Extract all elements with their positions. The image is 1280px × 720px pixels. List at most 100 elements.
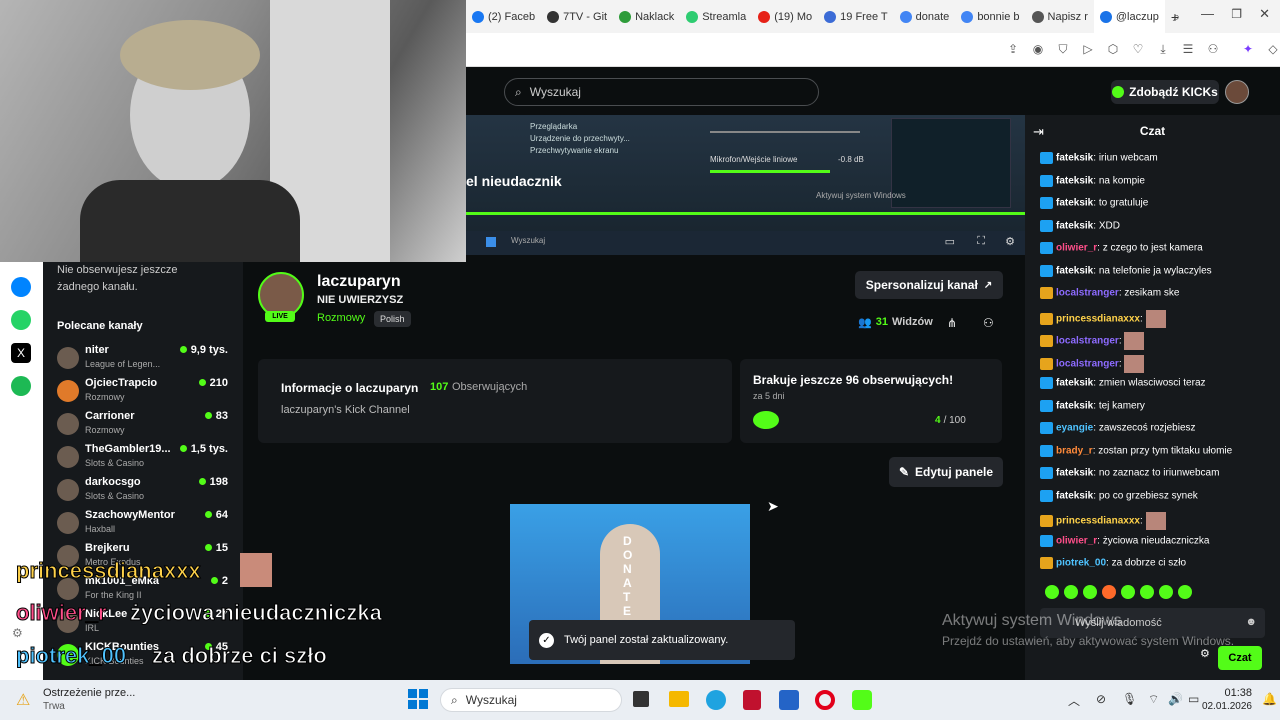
browser-tab[interactable]: donate bbox=[894, 0, 956, 33]
emote-icon[interactable] bbox=[1140, 585, 1154, 599]
edge-icon[interactable] bbox=[706, 690, 726, 710]
get-kicks-button[interactable]: Zdobądź KICKs bbox=[1111, 80, 1219, 104]
chat-username[interactable]: fateksik bbox=[1056, 468, 1093, 479]
download-icon[interactable]: ⤓ bbox=[1156, 42, 1170, 56]
camera-icon[interactable]: ◉ bbox=[1031, 42, 1045, 56]
close-icon[interactable]: ✕ bbox=[1259, 6, 1270, 22]
notifications-icon[interactable]: 🔔 bbox=[1262, 692, 1277, 706]
whatsapp-icon[interactable] bbox=[11, 310, 31, 330]
channel-category: Slots & Casino bbox=[85, 458, 145, 468]
customize-channel-button[interactable]: Spersonalizuj kanał ↗ bbox=[855, 271, 1003, 299]
mcafee-icon[interactable] bbox=[743, 690, 761, 710]
flow-icon[interactable]: ⬡ bbox=[1106, 42, 1120, 56]
channel-item[interactable]: OjciecTrapcio Rozmowy 210 bbox=[53, 375, 238, 408]
channel-item[interactable]: niter League of Legen... 9,9 tys. bbox=[53, 342, 238, 375]
shield-icon[interactable]: ⛉ bbox=[1056, 42, 1070, 56]
chat-username[interactable]: princessdianaxxx bbox=[1056, 516, 1140, 527]
browser-tab[interactable]: (19) Mo bbox=[752, 0, 818, 33]
maximize-icon[interactable]: ❐ bbox=[1231, 7, 1242, 21]
emote-icon[interactable] bbox=[1045, 585, 1059, 599]
network-off-icon[interactable]: ⊘ bbox=[1096, 692, 1106, 706]
chat-username[interactable]: princessdianaxxx bbox=[1056, 314, 1140, 325]
video-player[interactable]: Przeglądarka Urządzenie do przechwyty...… bbox=[466, 115, 1025, 255]
user-avatar[interactable] bbox=[1225, 80, 1249, 104]
share-icon[interactable]: ⇪ bbox=[1006, 42, 1020, 56]
chat-username[interactable]: localstranger bbox=[1056, 336, 1119, 347]
mic-icon[interactable]: 🎙 bbox=[1122, 692, 1137, 706]
ai-icon[interactable]: ✦ bbox=[1241, 42, 1255, 56]
chat-username[interactable]: piotrek_00 bbox=[1056, 558, 1106, 569]
emote-icon[interactable] bbox=[1159, 585, 1173, 599]
browser-tab[interactable]: Napisz r bbox=[1026, 0, 1094, 33]
language-tag[interactable]: Polish bbox=[374, 311, 411, 327]
browser-tab[interactable]: bonnie b bbox=[955, 0, 1025, 33]
browser-tab-active[interactable]: @laczup bbox=[1093, 0, 1165, 33]
channel-item[interactable]: Carrioner Rozmowy 83 bbox=[53, 408, 238, 441]
clock-time[interactable]: 01:38 bbox=[1212, 687, 1252, 699]
profile-icon[interactable]: ⚇ bbox=[983, 316, 994, 330]
fullscreen-icon[interactable]: ⛶ bbox=[977, 235, 985, 248]
kick-app-icon[interactable] bbox=[852, 690, 872, 710]
store-icon[interactable] bbox=[779, 690, 799, 710]
channel-item[interactable]: darkocsgo Slots & Casino 198 bbox=[53, 474, 238, 507]
share-icon[interactable]: ⋔ bbox=[947, 316, 957, 330]
chat-username[interactable]: fateksik bbox=[1056, 176, 1093, 187]
minimize-icon[interactable]: — bbox=[1201, 6, 1214, 21]
search-icon: ⌕ bbox=[451, 692, 458, 707]
emote-icon[interactable] bbox=[1064, 585, 1078, 599]
emote-icon[interactable] bbox=[1121, 585, 1135, 599]
task-view-icon[interactable] bbox=[633, 691, 649, 707]
channel-item[interactable]: TheGambler19... Slots & Casino 1,5 tys. bbox=[53, 441, 238, 474]
settings-icon[interactable]: ⚙ bbox=[1005, 235, 1015, 248]
wifi-icon[interactable]: ⌔ bbox=[1148, 692, 1159, 707]
taskbar-search[interactable]: ⌕ Wyszukaj bbox=[440, 688, 622, 712]
chat-username[interactable]: fateksik bbox=[1056, 153, 1093, 164]
chat-username[interactable]: oliwier_r bbox=[1056, 243, 1097, 254]
browser-tab[interactable]: 7TV - Git bbox=[541, 0, 613, 33]
channel-item[interactable]: SzachowyMentor1... Haxball 64 bbox=[53, 507, 238, 540]
chat-username[interactable]: brady_r bbox=[1056, 446, 1093, 457]
chat-username[interactable]: fateksik bbox=[1056, 378, 1093, 389]
edit-panels-button[interactable]: ✎ Edytuj panele bbox=[889, 457, 1003, 487]
chat-username[interactable]: oliwier_r bbox=[1056, 536, 1097, 547]
chat-username[interactable]: fateksik bbox=[1056, 198, 1093, 209]
spotify-icon[interactable] bbox=[11, 376, 31, 396]
stream-category[interactable]: Rozmowy bbox=[317, 312, 365, 324]
search-tabs-icon[interactable]: ⌕ bbox=[1173, 9, 1180, 25]
chat-settings-icon[interactable]: ⚙ bbox=[1200, 647, 1210, 660]
start-icon[interactable] bbox=[408, 689, 428, 709]
chat-username[interactable]: fateksik bbox=[1056, 221, 1093, 232]
emoji-icon[interactable]: ☻ bbox=[1245, 616, 1257, 628]
theater-icon[interactable]: ▭ bbox=[945, 235, 955, 248]
chat-username[interactable]: fateksik bbox=[1056, 491, 1093, 502]
emote-icon[interactable] bbox=[1083, 585, 1097, 599]
browser-tab[interactable]: (2) Faceb bbox=[466, 0, 541, 33]
browser-tab[interactable]: Streamla bbox=[680, 0, 752, 33]
opera-icon[interactable] bbox=[815, 690, 835, 710]
heart-icon[interactable]: ♡ bbox=[1131, 42, 1145, 56]
menu-icon[interactable]: ☰ bbox=[1181, 42, 1195, 56]
browser-tab[interactable]: 19 Free T bbox=[818, 0, 894, 33]
tray-expand-icon[interactable]: ︿ bbox=[1068, 692, 1080, 709]
settings-icon[interactable]: ⚙ bbox=[12, 626, 23, 640]
messenger-icon[interactable] bbox=[11, 277, 31, 297]
clock-date[interactable]: 02.01.2026 bbox=[1198, 701, 1252, 712]
x-icon[interactable]: X bbox=[11, 343, 31, 363]
chat-username[interactable]: localstranger bbox=[1056, 359, 1119, 370]
volume-icon[interactable]: 🔊 bbox=[1168, 692, 1183, 706]
chat-username[interactable]: eyangie bbox=[1056, 423, 1093, 434]
browser-tab[interactable]: Naklack bbox=[613, 0, 680, 33]
chat-send-button[interactable]: Czat bbox=[1218, 646, 1262, 670]
chat-username[interactable]: fateksik bbox=[1056, 266, 1093, 277]
search-input[interactable]: ⌕ Wyszukaj bbox=[504, 78, 819, 106]
profile-icon[interactable]: ⚇ bbox=[1206, 42, 1220, 56]
emote-icon[interactable] bbox=[1178, 585, 1192, 599]
aria-icon[interactable]: ◇ bbox=[1266, 42, 1280, 56]
chat-username[interactable]: localstranger bbox=[1056, 288, 1119, 299]
play-icon[interactable]: ▷ bbox=[1081, 42, 1095, 56]
emote-icon[interactable] bbox=[1102, 585, 1116, 599]
notification-title[interactable]: Ostrzeżenie prze... bbox=[43, 687, 135, 699]
user-badge-icon bbox=[1040, 220, 1053, 232]
chat-username[interactable]: fateksik bbox=[1056, 401, 1093, 412]
file-explorer-icon[interactable] bbox=[669, 691, 689, 707]
